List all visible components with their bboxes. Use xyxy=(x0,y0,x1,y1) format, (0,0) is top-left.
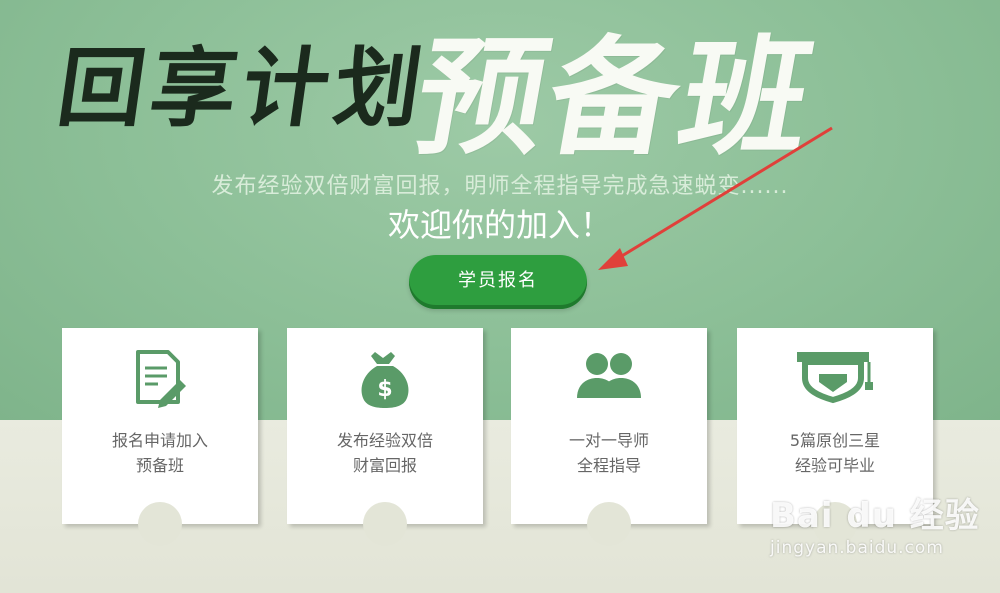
card-line-2: 全程指导 xyxy=(576,456,641,475)
welcome-heading: 欢迎你的加入！ xyxy=(387,206,612,244)
card-line-2: 经验可毕业 xyxy=(794,456,875,475)
feature-card-rewards[interactable]: $ 发布经验双倍 财富回报 xyxy=(287,328,483,546)
watermark-logo: Bai du 经验 xyxy=(770,496,980,536)
feature-card-mentor[interactable]: 一对一导师 全程指导 xyxy=(511,328,707,546)
document-pen-icon xyxy=(62,348,258,418)
card-line-1: 5篇原创三星 xyxy=(789,431,881,450)
card-notch xyxy=(587,502,631,546)
users-icon xyxy=(511,348,707,418)
title-calligraphy-left: 回享计划 xyxy=(51,38,434,139)
card-line-1: 发布经验双倍 xyxy=(336,431,433,450)
card-line-1: 一对一导师 xyxy=(568,431,649,450)
subtitle: 发布经验双倍财富回报，明师全程指导完成急速蜕变...... xyxy=(211,174,789,199)
svg-text:$: $ xyxy=(377,377,392,402)
feature-card-apply[interactable]: 报名申请加入 预备班 xyxy=(62,328,258,546)
watermark-url: jingyan.baidu.com xyxy=(770,538,944,558)
card-notch xyxy=(138,502,182,546)
baidu-jingyan-watermark: Bai du 经验 jingyan.baidu.com xyxy=(770,488,1000,593)
graduation-cap-icon xyxy=(737,348,933,418)
student-signup-button[interactable]: 学员报名 xyxy=(409,255,587,309)
card-line-2: 预备班 xyxy=(135,456,184,475)
card-line-1: 报名申请加入 xyxy=(111,431,208,450)
card-line-2: 财富回报 xyxy=(352,456,417,475)
title-calligraphy-right: 预备班 xyxy=(404,23,828,173)
card-notch xyxy=(363,502,407,546)
money-bag-icon: $ xyxy=(287,348,483,418)
